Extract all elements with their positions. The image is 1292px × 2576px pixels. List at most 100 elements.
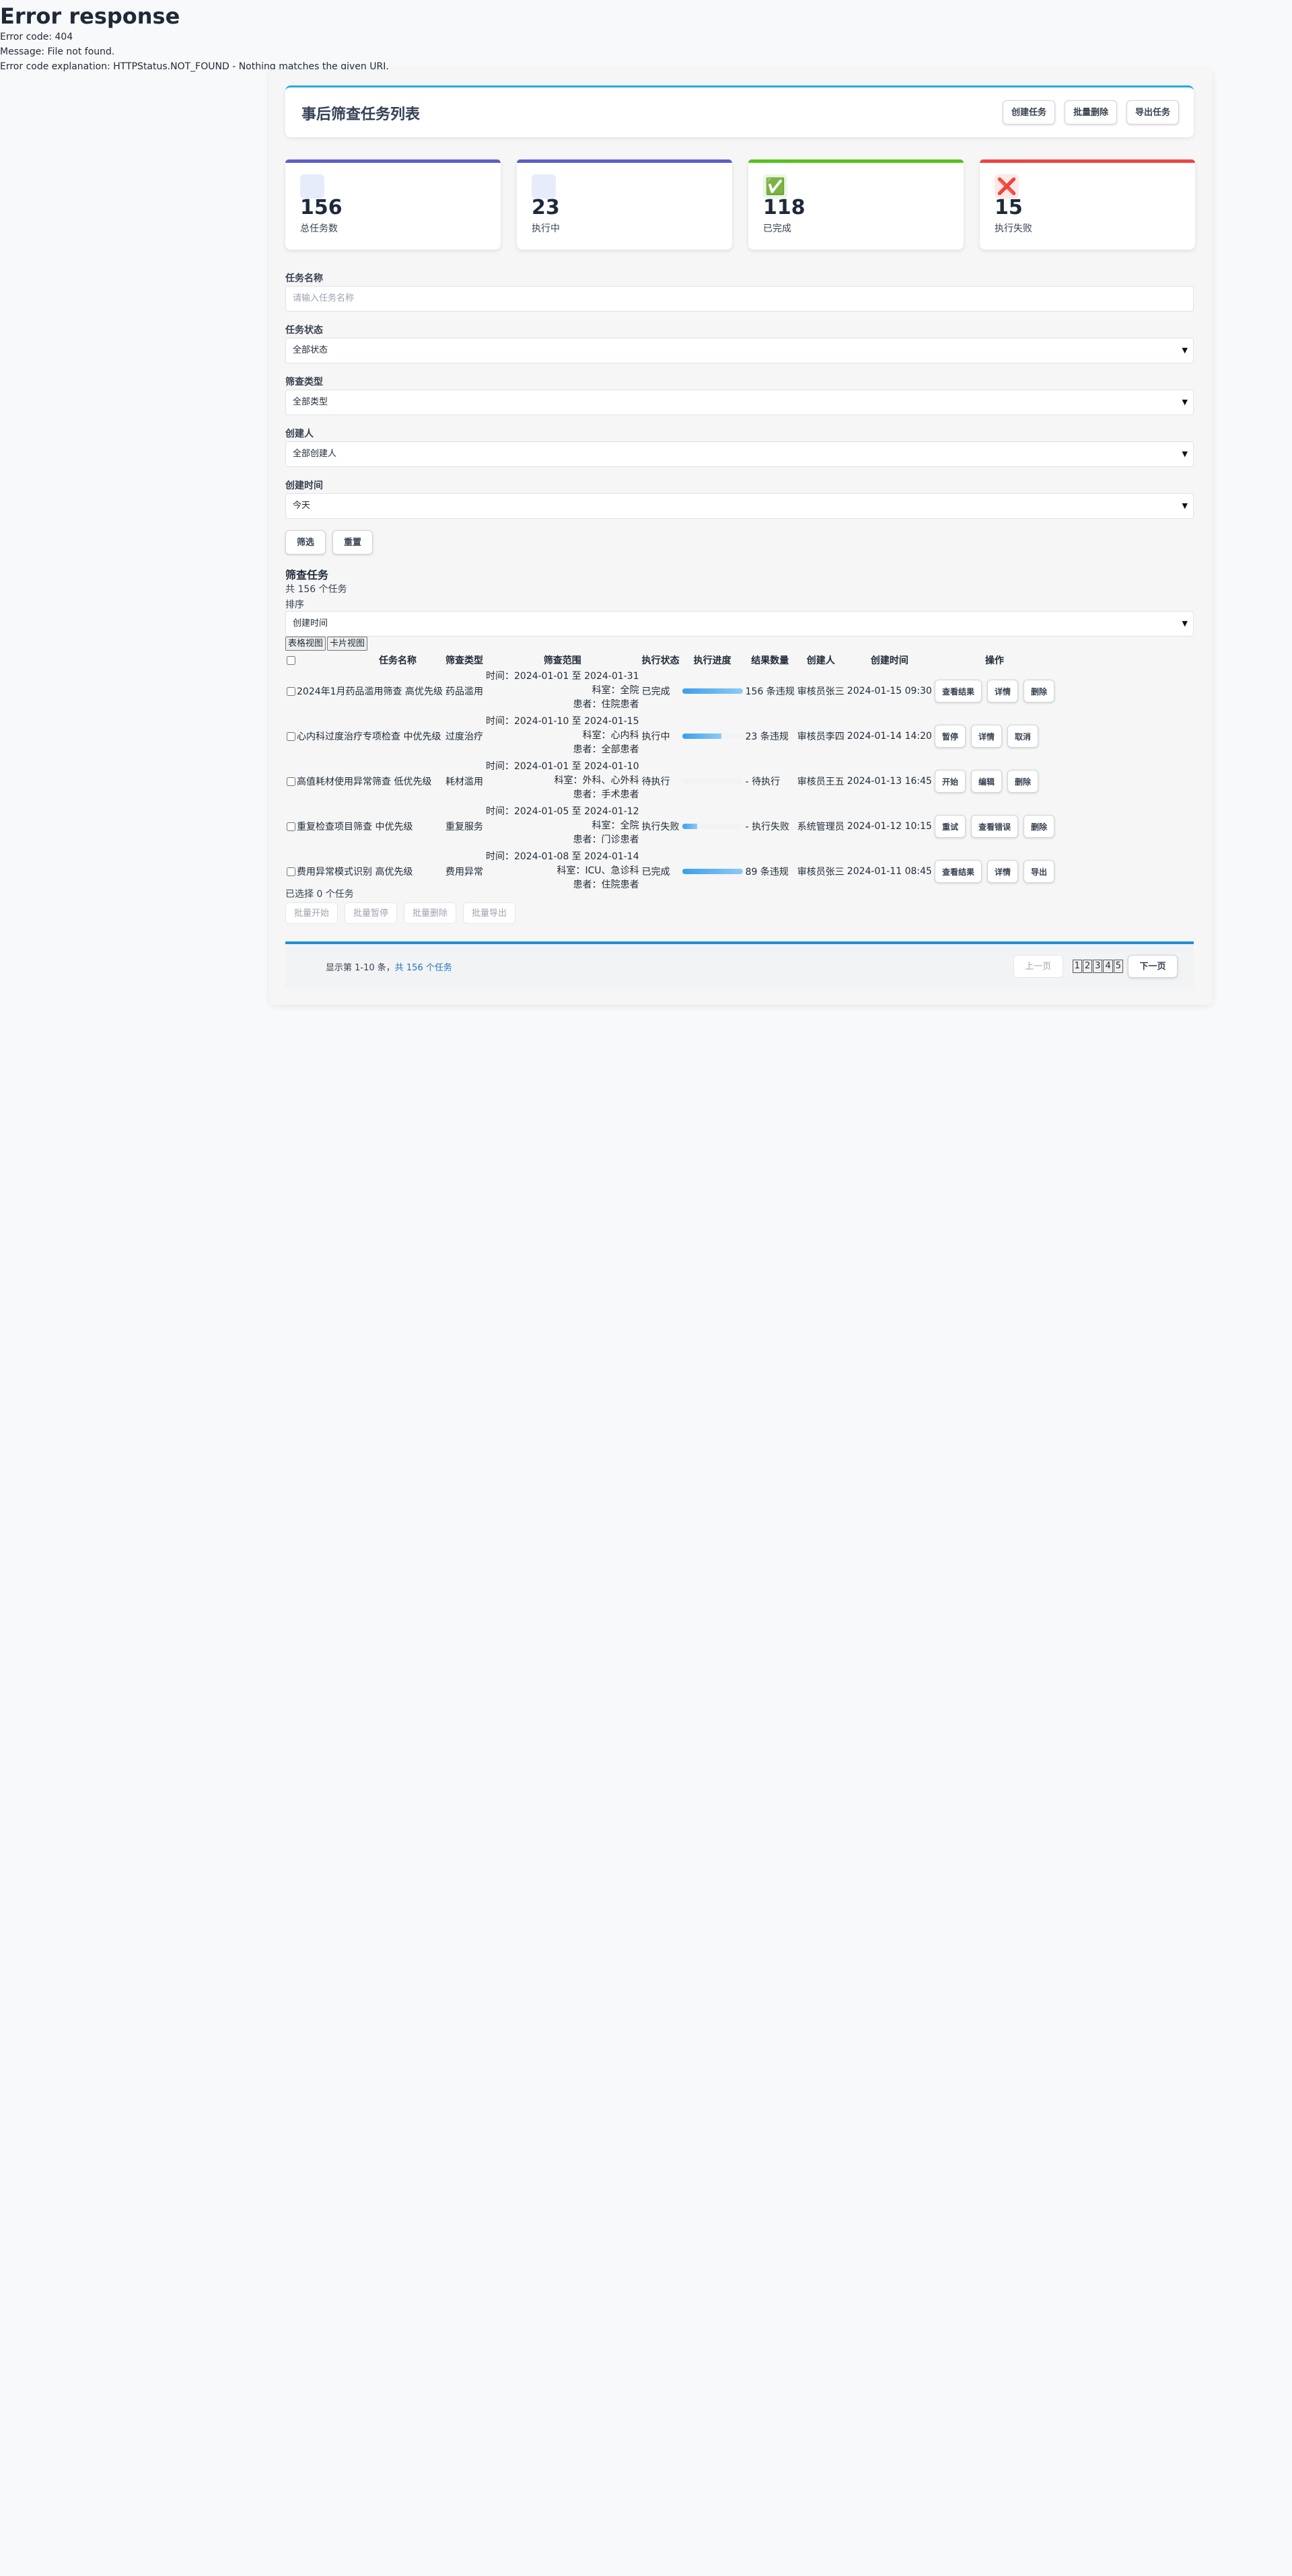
row-action-button[interactable]: 暂停 bbox=[934, 724, 966, 748]
scope-patient: 患者：手术患者 bbox=[573, 789, 639, 800]
row-action-button[interactable]: 删除 bbox=[1024, 679, 1055, 703]
next-page-button[interactable]: 下一页 bbox=[1128, 955, 1178, 978]
task-name-input[interactable]: 请输入任务名称 bbox=[285, 286, 1194, 312]
error-code: Error code: 404 bbox=[0, 32, 73, 42]
chevron-down-icon: ▼ bbox=[1182, 450, 1188, 458]
priority-badge: 中优先级 bbox=[403, 731, 441, 742]
row-checkbox[interactable] bbox=[287, 777, 295, 786]
stat-accent-bar bbox=[980, 159, 1195, 163]
pagination: 显示第 1-10 条，共 156 个任务 上一页 1 2 3 4 5 下一页 bbox=[285, 941, 1194, 989]
page-number-3[interactable]: 3 bbox=[1093, 960, 1103, 973]
row-action-button[interactable]: 删除 bbox=[1024, 814, 1055, 838]
running-tasks-icon bbox=[532, 174, 556, 199]
time-select[interactable]: 今天 ▼ bbox=[285, 493, 1194, 519]
result-count: - 执行失败 bbox=[745, 821, 790, 832]
scope-time: 时间：2024-01-08 至 2024-01-14 bbox=[486, 851, 639, 862]
status-badge: 已完成 bbox=[641, 686, 670, 697]
sort-select[interactable]: 创建时间 ▼ bbox=[285, 611, 1194, 637]
column-header: 创建时间 bbox=[870, 655, 908, 666]
status-select[interactable]: 全部状态 ▼ bbox=[285, 338, 1194, 363]
result-count: - 待执行 bbox=[745, 776, 781, 787]
created-time: 2024-01-13 16:45 bbox=[847, 775, 932, 787]
row-action-button[interactable]: 查看结果 bbox=[934, 679, 982, 703]
actions-cell: 重试 查看错误 删除 bbox=[933, 803, 1056, 849]
card-view-button[interactable]: 卡片视图 bbox=[327, 637, 368, 651]
type-select[interactable]: 全部类型 ▼ bbox=[285, 390, 1194, 415]
batch-delete-button[interactable]: 批量删除 bbox=[1064, 100, 1117, 124]
page-number-5[interactable]: 5 bbox=[1113, 960, 1123, 973]
select-all-checkbox[interactable] bbox=[287, 655, 295, 665]
scope-dept: 科室：心内科 bbox=[582, 730, 639, 741]
task-count: 共 156 个任务 bbox=[285, 584, 347, 595]
row-action-button[interactable]: 详情 bbox=[986, 859, 1018, 883]
row-action-button[interactable]: 重试 bbox=[934, 814, 966, 838]
export-tasks-button[interactable]: 导出任务 bbox=[1126, 100, 1179, 124]
row-action-button[interactable]: 查看错误 bbox=[970, 814, 1018, 838]
page-number-1[interactable]: 1 bbox=[1072, 960, 1082, 973]
stat-value: 15 bbox=[995, 196, 1023, 219]
row-checkbox[interactable] bbox=[287, 867, 295, 876]
stat-label: 执行失败 bbox=[995, 223, 1032, 234]
creator-select-value: 全部创建人 bbox=[293, 449, 337, 459]
progress-fill bbox=[682, 823, 698, 829]
batch-export-button[interactable]: 批量导出 bbox=[463, 902, 516, 924]
batch-delete-button[interactable]: 批量删除 bbox=[404, 902, 457, 924]
reset-button[interactable]: 重置 bbox=[332, 530, 373, 554]
row-action-button[interactable]: 开始 bbox=[934, 769, 966, 793]
created-time: 2024-01-14 14:20 bbox=[847, 730, 932, 742]
row-action-button[interactable]: 导出 bbox=[1024, 859, 1055, 883]
column-header: 执行状态 bbox=[641, 655, 680, 666]
screening-type: 过度治疗 bbox=[445, 731, 483, 742]
page-number-4[interactable]: 4 bbox=[1103, 960, 1113, 973]
row-checkbox[interactable] bbox=[287, 687, 295, 696]
scope-patient: 患者：全部患者 bbox=[573, 744, 639, 755]
actions-cell: 暂停 详情 取消 bbox=[933, 713, 1056, 758]
chevron-down-icon: ▼ bbox=[1182, 346, 1188, 355]
prev-page-button[interactable]: 上一页 bbox=[1013, 955, 1063, 978]
row-action-button[interactable]: 删除 bbox=[1007, 769, 1039, 793]
column-header: 执行进度 bbox=[693, 655, 731, 666]
pagination-range: 显示第 1-10 条， bbox=[326, 963, 395, 973]
select-all-cell bbox=[285, 652, 351, 668]
page-title: 事后筛查任务列表 bbox=[301, 106, 421, 123]
table-row: 高值耗材使用异常筛查 低优先级 耗材滥用 时间：2024-01-01 至 2024-… bbox=[285, 758, 1056, 803]
progress-fill bbox=[682, 733, 722, 739]
priority-badge: 高优先级 bbox=[375, 866, 413, 878]
scope-dept: 科室：外科、心外科 bbox=[554, 775, 639, 786]
scope-dept: 科室：ICU、急诊科 bbox=[557, 865, 639, 876]
status-select-value: 全部状态 bbox=[293, 345, 328, 355]
table-view-button[interactable]: 表格视图 bbox=[285, 637, 326, 651]
scope-time: 时间：2024-01-05 至 2024-01-12 bbox=[486, 806, 639, 817]
row-checkbox[interactable] bbox=[287, 822, 295, 831]
row-action-button[interactable]: 详情 bbox=[970, 724, 1002, 748]
progress-cell bbox=[681, 803, 744, 849]
result-count: 23 条违规 bbox=[745, 731, 789, 742]
row-action-button[interactable]: 查看结果 bbox=[934, 859, 982, 883]
actions-cell: 查看结果 详情 删除 bbox=[933, 668, 1056, 713]
creator-select[interactable]: 全部创建人 ▼ bbox=[285, 441, 1194, 467]
page-number-2[interactable]: 2 bbox=[1082, 960, 1093, 973]
row-action-button[interactable]: 编辑 bbox=[970, 769, 1002, 793]
stat-label: 已完成 bbox=[763, 223, 791, 234]
scope-time: 时间：2024-01-01 至 2024-01-10 bbox=[486, 761, 639, 772]
cross-icon: ❌ bbox=[995, 174, 1019, 199]
creator-label: 创建人 bbox=[285, 429, 314, 439]
creator: 审核员李四 bbox=[797, 731, 845, 742]
row-action-button[interactable]: 详情 bbox=[986, 679, 1018, 703]
selection-info: 已选择 0 个任务 bbox=[285, 889, 354, 900]
table-row: 重复检查项目筛查 中优先级 重复服务 时间：2024-01-05 至 2024-01… bbox=[285, 803, 1056, 849]
stat-value: 23 bbox=[532, 196, 560, 219]
column-header: 操作 bbox=[984, 655, 1004, 666]
create-task-button[interactable]: 创建任务 bbox=[1002, 100, 1055, 124]
row-checkbox[interactable] bbox=[287, 732, 295, 741]
stat-value: 156 bbox=[300, 196, 343, 219]
priority-badge: 高优先级 bbox=[405, 686, 443, 697]
filter-button[interactable]: 筛选 bbox=[285, 530, 326, 554]
row-action-button[interactable]: 取消 bbox=[1007, 724, 1039, 748]
result-count: 89 条违规 bbox=[745, 866, 789, 878]
check-icon: ✅ bbox=[763, 174, 787, 199]
batch-pause-button[interactable]: 批量暂停 bbox=[345, 902, 398, 924]
batch-start-button[interactable]: 批量开始 bbox=[285, 902, 338, 924]
creator: 审核员王五 bbox=[797, 776, 845, 787]
progress-bar bbox=[682, 868, 743, 874]
